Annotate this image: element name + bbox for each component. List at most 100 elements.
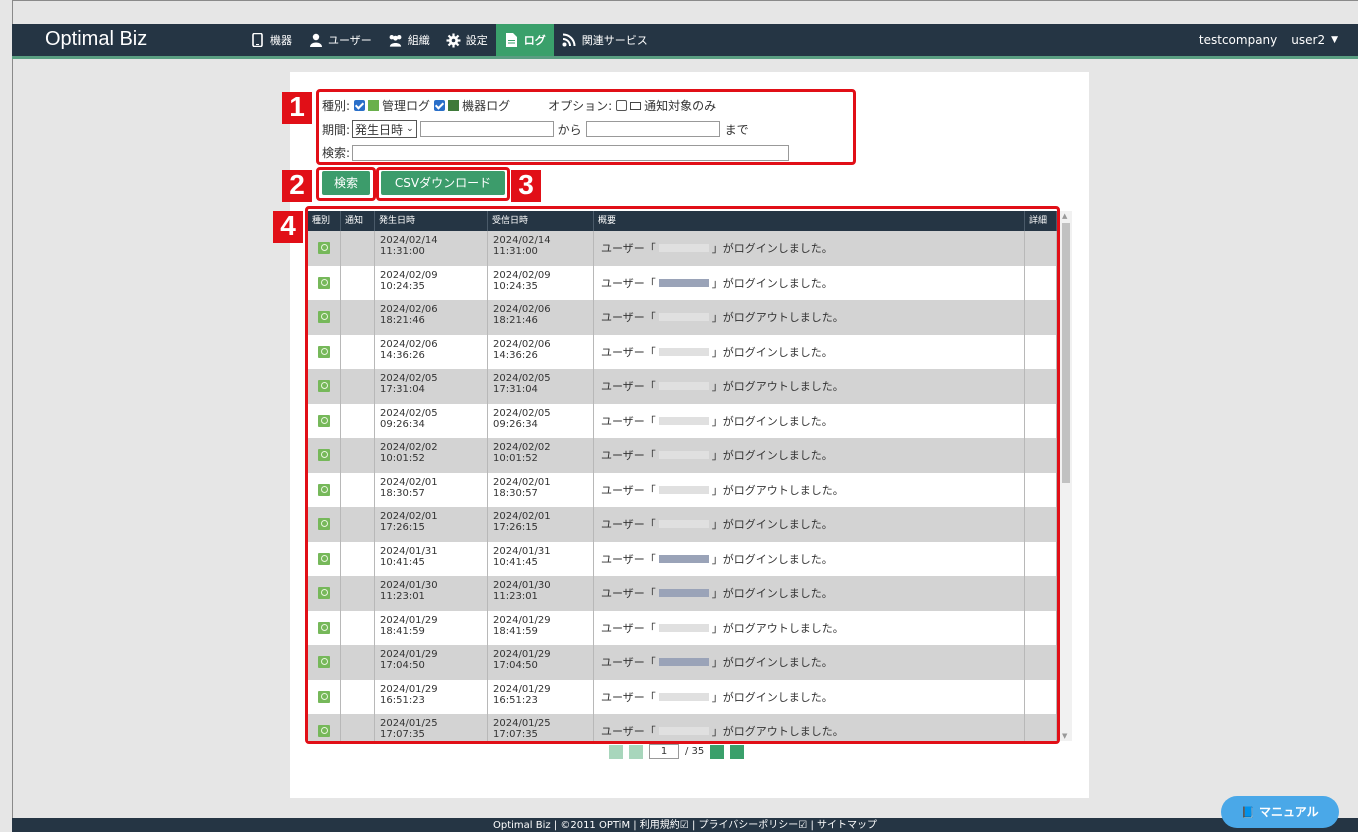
cell-detail[interactable] [1025, 472, 1057, 507]
table-scrollbar[interactable]: ▲ ▼ [1060, 211, 1072, 741]
table-row[interactable]: 2024/01/25 17:07:35 2024/01/25 17:07:35 ユーザー… [308, 714, 1057, 741]
col-summary[interactable]: 概要 [594, 211, 1025, 231]
cell-detail[interactable] [1025, 369, 1057, 404]
period-start-input[interactable] [419, 121, 554, 137]
occurred-date: 2024/02/01 [380, 511, 438, 522]
nav-devices[interactable]: 機器 [242, 24, 300, 56]
table-row[interactable]: 2024/02/09 10:24:35 2024/02/09 10:24:35 ユーザー… [308, 265, 1057, 300]
period-select-value: 発生日時 [355, 122, 404, 137]
table-row[interactable]: 2024/01/29 18:41:59 2024/01/29 18:41:59 ユーザー… [308, 610, 1057, 645]
col-occurred[interactable]: 発生日時 [375, 211, 488, 231]
table-body: 2024/02/14 11:31:00 2024/02/14 11:31:00 ユーザー… [308, 231, 1057, 741]
table-row[interactable]: 2024/02/06 18:21:46 2024/02/06 18:21:46 ユーザー… [308, 300, 1057, 335]
cell-detail[interactable] [1025, 300, 1057, 335]
nav-related-services[interactable]: 関連サービス [554, 24, 656, 56]
cell-detail[interactable] [1025, 576, 1057, 611]
summary-suffix: 」がログアウトしました。 [711, 621, 844, 635]
last-page-button[interactable] [730, 744, 745, 759]
col-detail[interactable]: 詳細 [1025, 211, 1057, 231]
cell-detail[interactable] [1025, 403, 1057, 438]
search-button[interactable]: 検索 [322, 171, 370, 195]
cell-summary: ユーザー「 」がログインしました。 [594, 265, 1025, 300]
table-row[interactable]: 2024/01/29 16:51:23 2024/01/29 16:51:23 ユーザー… [308, 679, 1057, 714]
table-row[interactable]: 2024/02/06 14:36:26 2024/02/06 14:36:26 ユーザー… [308, 334, 1057, 369]
nav-users[interactable]: ユーザー [300, 24, 380, 56]
cell-detail[interactable] [1025, 334, 1057, 369]
summary-suffix: 」がログアウトしました。 [711, 311, 844, 325]
received-date: 2024/02/05 [493, 407, 551, 419]
received-time: 18:21:46 [493, 315, 538, 326]
col-type[interactable]: 種別 [308, 211, 341, 231]
caret-down-icon[interactable]: ▼ [1331, 35, 1338, 45]
device-log-label: 機器ログ [462, 99, 511, 113]
cell-detail[interactable] [1025, 438, 1057, 473]
occurred-date: 2024/02/05 [380, 407, 438, 419]
cell-detail[interactable] [1025, 541, 1057, 576]
table-row[interactable]: 2024/02/05 09:26:34 2024/02/05 09:26:34 ユーザー… [308, 403, 1057, 438]
cell-occurred: 2024/01/29 16:51:23 [375, 679, 488, 714]
cell-type [308, 576, 341, 611]
manual-button[interactable]: 📘 マニュアル [1221, 796, 1339, 828]
prev-page-button[interactable] [629, 744, 643, 759]
received-date: 2024/02/02 [493, 442, 551, 453]
occurred-time: 18:41:59 [380, 625, 425, 637]
brand-logo[interactable]: Optimal Biz [45, 28, 147, 51]
period-end-input[interactable] [585, 121, 720, 137]
summary-suffix: 」がログインしました。 [711, 690, 833, 704]
cell-detail[interactable] [1025, 645, 1057, 680]
nav-settings[interactable]: 設定 [438, 24, 496, 56]
table-row[interactable]: 2024/01/31 10:41:45 2024/01/31 10:41:45 ユーザー… [308, 541, 1057, 576]
cell-detail[interactable] [1025, 610, 1057, 645]
table-row[interactable]: 2024/02/01 18:30:57 2024/02/01 18:30:57 ユーザー… [308, 472, 1057, 507]
cell-occurred: 2024/02/06 14:36:26 [375, 334, 488, 369]
table-row[interactable]: 2024/02/02 10:01:52 2024/02/02 10:01:52 ユーザー… [308, 438, 1057, 473]
scroll-down-icon[interactable]: ▼ [1062, 732, 1067, 740]
cell-occurred: 2024/02/09 10:24:35 [375, 265, 488, 300]
cell-detail[interactable] [1025, 231, 1057, 266]
scroll-up-icon[interactable]: ▲ [1062, 212, 1067, 220]
occurred-time: 14:36:26 [380, 349, 425, 361]
admin-log-checkbox[interactable] [354, 100, 366, 111]
until-label: まで [724, 122, 749, 137]
col-received[interactable]: 受信日時 [488, 211, 594, 231]
admin-log-icon [368, 100, 380, 111]
top-navbar: Optimal Biz 機器 ユーザー 組織 設定 ログ 関連サービス test… [12, 24, 1358, 59]
table-row[interactable]: 2024/02/05 17:31:04 2024/02/05 17:31:04 ユーザー… [308, 369, 1057, 404]
cell-summary: ユーザー「 」がログアウトしました。 [594, 300, 1025, 335]
user-menu[interactable]: user2 [1291, 33, 1325, 47]
nav-logs[interactable]: ログ [495, 24, 554, 56]
cell-notice [341, 541, 375, 576]
occurred-time: 17:31:04 [380, 384, 425, 395]
notify-only-checkbox[interactable] [616, 100, 628, 111]
cell-detail[interactable] [1025, 507, 1057, 542]
cell-type [308, 265, 341, 300]
admin-log-icon [318, 276, 330, 289]
search-input[interactable] [352, 144, 790, 161]
col-notice[interactable]: 通知 [341, 211, 375, 231]
device-log-checkbox[interactable] [434, 100, 446, 111]
page-number-input[interactable]: 1 [649, 744, 679, 759]
csv-download-button[interactable]: CSVダウンロード [381, 171, 505, 195]
cell-notice [341, 300, 375, 335]
cell-detail[interactable] [1025, 714, 1057, 741]
cell-summary: ユーザー「 」がログインしました。 [594, 231, 1025, 266]
type-label: 種別: [322, 99, 351, 113]
table-row[interactable]: 2024/02/01 17:26:15 2024/02/01 17:26:15 ユーザー… [308, 507, 1057, 542]
cell-occurred: 2024/01/29 17:04:50 [375, 645, 488, 680]
period-select[interactable]: 発生日時 ⌄ [352, 120, 417, 138]
table-row[interactable]: 2024/01/29 17:04:50 2024/01/29 17:04:50 ユーザー… [308, 645, 1057, 680]
first-page-button[interactable] [609, 744, 623, 759]
next-page-button[interactable] [710, 744, 725, 759]
callout-number-4: 4 [273, 211, 303, 243]
scroll-thumb[interactable] [1062, 223, 1070, 483]
cell-detail[interactable] [1025, 679, 1057, 714]
nav-organization[interactable]: 組織 [380, 24, 438, 56]
log-table: 種別 通知 発生日時 受信日時 概要 詳細 2024/02/14 11:31:00… [308, 211, 1057, 741]
cell-occurred: 2024/02/01 17:26:15 [375, 507, 488, 542]
table-row[interactable]: 2024/02/14 11:31:00 2024/02/14 11:31:00 ユーザー… [308, 231, 1057, 266]
table-row[interactable]: 2024/01/30 11:23:01 2024/01/30 11:23:01 ユーザー… [308, 576, 1057, 611]
cell-detail[interactable] [1025, 265, 1057, 300]
footer-links[interactable]: Optimal Biz | ©2011 OPTiM | 利用規約☑ | プライバ… [12, 818, 1358, 832]
admin-log-icon [318, 552, 330, 565]
cell-received: 2024/02/05 09:26:34 [488, 403, 594, 438]
